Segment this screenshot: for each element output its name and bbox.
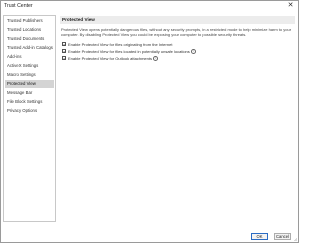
resize-grip-icon[interactable] bbox=[293, 237, 297, 241]
section-title: Protected View bbox=[60, 16, 295, 24]
checkbox-internet-files[interactable] bbox=[62, 42, 66, 46]
category-nav: Trusted Publishers Trusted Locations Tru… bbox=[3, 15, 56, 222]
nav-item-privacy-options[interactable]: Privacy Options bbox=[5, 107, 54, 115]
nav-item-macro-settings[interactable]: Macro Settings bbox=[5, 71, 54, 79]
checkmark-icon bbox=[63, 50, 66, 53]
checkmark-icon bbox=[63, 43, 66, 46]
option-label: Enable Protected View for files originat… bbox=[68, 41, 173, 47]
checkbox-outlook-attachments[interactable] bbox=[62, 56, 66, 60]
info-icon[interactable]: i bbox=[152, 56, 159, 62]
section-description: Protected View opens potentially dangero… bbox=[61, 27, 292, 38]
cancel-button[interactable]: Cancel bbox=[274, 233, 291, 240]
close-icon[interactable]: ✕ bbox=[286, 1, 295, 11]
option-label: Enable Protected View for files located … bbox=[68, 48, 190, 54]
info-icon[interactable]: i bbox=[190, 49, 196, 55]
checkbox-unsafe-locations[interactable] bbox=[62, 49, 66, 53]
option-label-wrap: Enable Protected View for files located … bbox=[68, 49, 196, 55]
nav-item-trusted-documents[interactable]: Trusted Documents bbox=[5, 35, 54, 43]
nav-item-protected-view[interactable]: Protected View bbox=[5, 80, 54, 88]
option-label: Enable Protected View for Outlook attach… bbox=[68, 55, 152, 61]
checkmark-icon bbox=[63, 57, 66, 60]
nav-item-message-bar[interactable]: Message Bar bbox=[5, 89, 54, 97]
nav-item-trusted-locations[interactable]: Trusted Locations bbox=[5, 26, 54, 34]
option-label-wrap: Enable Protected View for Outlook attach… bbox=[68, 55, 159, 62]
nav-item-trusted-publishers[interactable]: Trusted Publishers bbox=[5, 17, 54, 25]
dialog-title: Trust Center bbox=[4, 3, 33, 9]
nav-item-add-ins[interactable]: Add-ins bbox=[5, 53, 54, 61]
nav-item-activex-settings[interactable]: ActiveX Settings bbox=[5, 62, 54, 70]
nav-item-trusted-add-in-catalogs[interactable]: Trusted Add-in Catalogs bbox=[5, 44, 54, 52]
nav-item-file-block-settings[interactable]: File Block Settings bbox=[5, 98, 54, 106]
trust-center-dialog: Trust Center ✕ Trusted Publishers Truste… bbox=[0, 0, 299, 243]
title-bar: Trust Center ✕ bbox=[1, 1, 298, 12]
ok-button[interactable]: OK bbox=[251, 233, 268, 240]
